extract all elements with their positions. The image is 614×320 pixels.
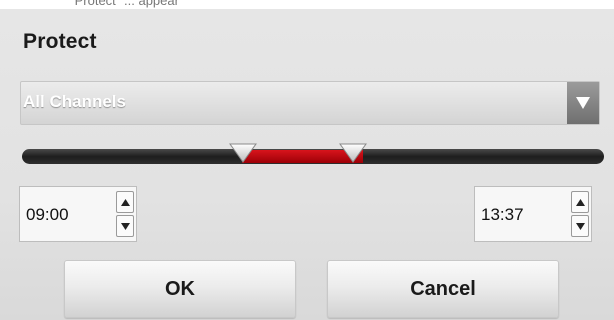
end-time-field[interactable]: 13:37 <box>474 186 592 242</box>
start-time-value[interactable]: 09:00 <box>26 205 69 225</box>
start-time-field[interactable]: 09:00 <box>19 186 137 242</box>
time-range-slider[interactable] <box>22 143 604 164</box>
start-time-increment-button[interactable] <box>116 191 134 213</box>
cancel-button-label: Cancel <box>410 277 476 300</box>
channel-select[interactable]: All Channels <box>20 81 600 125</box>
chevron-down-icon <box>575 222 585 230</box>
end-time-decrement-button[interactable] <box>571 215 589 237</box>
end-time-spinner <box>571 191 589 237</box>
range-start-handle[interactable] <box>228 142 258 166</box>
ok-button[interactable]: OK <box>64 260 296 318</box>
end-time-increment-button[interactable] <box>571 191 589 213</box>
dropdown-arrow-icon <box>576 97 590 109</box>
chevron-up-icon <box>120 198 130 206</box>
chevron-up-icon <box>575 198 585 206</box>
cancel-button[interactable]: Cancel <box>327 260 559 318</box>
start-time-spinner <box>116 191 134 237</box>
ok-button-label: OK <box>165 277 195 300</box>
protect-dialog: Protect All Channels 09:00 13:37 OK Canc… <box>0 9 614 320</box>
chevron-down-icon <box>120 222 130 230</box>
start-time-decrement-button[interactable] <box>116 215 134 237</box>
previous-text-strip: "Protect" ... appear <box>0 0 614 9</box>
end-time-value[interactable]: 13:37 <box>481 205 524 225</box>
previous-text: "Protect" ... appear <box>70 0 179 8</box>
dialog-title: Protect <box>23 30 97 53</box>
channel-select-value: All Channels <box>23 92 126 111</box>
range-end-handle[interactable] <box>338 142 368 166</box>
dropdown-arrow-button[interactable] <box>567 82 599 124</box>
